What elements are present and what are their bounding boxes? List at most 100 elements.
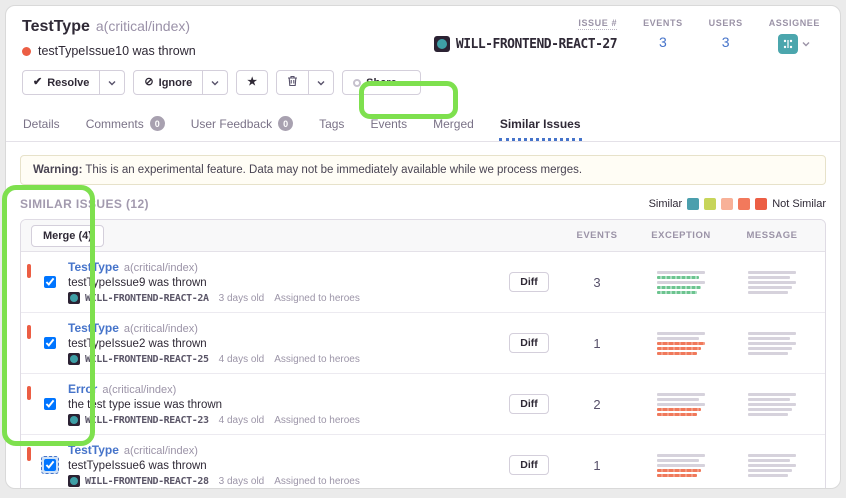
message-similarity-viz [748,271,796,294]
issue-meta: WILL-FRONTEND-REACT-25 4 days old Assign… [68,353,360,365]
project-icon [68,292,80,304]
tab-similar-issues[interactable]: Similar Issues [499,107,582,141]
similar-issue-row: TestTypea(critical/index) testTypeIssue2… [21,313,825,374]
resolve-button-group: ✔Resolve [22,70,125,95]
issue-title-line: TestTypea(critical/index) [22,18,196,36]
issue-title: TestType [22,18,90,35]
delete-button[interactable] [276,70,309,95]
issue-message: testTypeIssue9 was thrown [68,277,360,289]
tab-events[interactable]: Events [369,107,408,141]
error-level-bar [27,264,31,278]
exception-column-header: EXCEPTION [633,230,729,241]
tab-comments[interactable]: Comments0 [85,107,166,141]
issue-number-column: ISSUE # WILL-FRONTEND-REACT-27 [434,18,617,58]
row-checkbox-wrapper [41,273,59,291]
share-button[interactable]: Share [342,70,421,95]
exception-similarity-viz [657,332,705,355]
trash-icon [287,75,298,90]
tab-details[interactable]: Details [22,107,61,141]
error-level-bar [27,447,31,461]
delete-dropdown-button[interactable] [309,70,334,95]
chevron-down-icon [317,79,325,87]
message-similarity-viz [748,332,796,355]
similar-issue-row: Error a(critical/index) the test type iss… [21,374,825,435]
message-column-header: MESSAGE [729,230,815,241]
exception-similarity-viz [657,393,705,416]
row-checkbox[interactable] [44,398,56,410]
row-checkbox[interactable] [44,276,56,288]
tab-user-feedback[interactable]: User Feedback0 [190,107,294,141]
tab-tags[interactable]: Tags [318,107,345,141]
issue-type-link[interactable]: TestType [68,260,119,274]
project-id: WILL-FRONTEND-REACT-23 [68,414,209,426]
error-level-bar [27,386,31,400]
issue-stats: ISSUE # WILL-FRONTEND-REACT-27 EVENTS 3 … [434,18,824,58]
chevron-down-icon [802,40,810,48]
diff-button[interactable]: Diff [509,394,549,414]
issue-message: testTypeIssue2 was thrown [68,338,360,350]
row-checkbox[interactable] [44,337,56,349]
events-count[interactable]: 3 [659,34,667,50]
issue-header: TestTypea(critical/index) testTypeIssue1… [6,6,840,58]
issue-meta: WILL-FRONTEND-REACT-23 4 days old Assign… [68,414,360,426]
issue-number-label: ISSUE # [578,18,617,30]
issue-detail-card: TestTypea(critical/index) testTypeIssue1… [5,5,841,489]
row-right-columns: Diff 3 [497,271,815,294]
warning-prefix: Warning: [33,164,82,176]
legend-similar-label: Similar [649,198,683,210]
issue-assigned: Assigned to heroes [274,354,360,365]
similar-issue-row: TestType a(critical/index) testTypeIssue9… [21,252,825,313]
events-label: EVENTS [643,18,683,28]
row-events-count: 3 [561,275,633,290]
chevron-down-icon [402,79,410,87]
issue-meta: WILL-FRONTEND-REACT-2A 3 days old Assign… [68,292,360,304]
experimental-warning-banner: Warning: This is an experimental feature… [20,155,826,185]
merge-button[interactable]: Merge (4) [31,225,104,247]
delete-button-group [276,70,334,95]
row-checkbox-wrapper-highlighted [41,456,59,474]
error-level-bar [27,325,31,339]
issue-type-link[interactable]: Error [68,382,97,396]
bookmark-button[interactable]: ★ [236,70,268,95]
similarity-legend: Similar Not Similar [649,198,826,210]
events-column-header: EVENTS [561,230,633,241]
resolve-button[interactable]: ✔Resolve [22,70,100,95]
similar-section-title: SIMILAR ISSUES (12) [20,197,149,211]
issue-annotation: a(critical/index) [102,384,176,396]
ignore-dropdown-button[interactable] [203,70,228,95]
tab-merged[interactable]: Merged [432,107,475,141]
resolve-dropdown-button[interactable] [100,70,125,95]
users-count[interactable]: 3 [722,34,730,50]
issue-short-id[interactable]: WILL-FRONTEND-REACT-27 [434,36,617,52]
row-content: TestType a(critical/index) testTypeIssue6… [68,443,360,487]
issue-age: 4 days old [219,415,265,426]
check-icon: ✔ [33,77,42,88]
exception-similarity-viz [657,454,705,477]
row-events-count: 2 [561,397,633,412]
row-checkbox[interactable] [44,459,56,471]
issue-message: testTypeIssue6 was thrown [68,460,360,472]
similar-issue-row: TestType a(critical/index) testTypeIssue6… [21,435,825,489]
diff-button[interactable]: Diff [509,455,549,475]
issue-message-line: testTypeIssue10 was thrown [22,44,196,58]
issue-annotation: a(critical/index) [124,445,198,457]
assignee-selector[interactable] [778,34,810,54]
diff-button[interactable]: Diff [509,333,549,353]
diff-button[interactable]: Diff [509,272,549,292]
issue-tabs: Details Comments0 User Feedback0 Tags Ev… [6,107,840,142]
issue-type-link[interactable]: TestType [68,443,119,457]
issue-short-id-text: WILL-FRONTEND-REACT-27 [456,37,617,52]
assignee-column: ASSIGNEE [769,18,820,58]
panel-toolbar: Merge (4) EVENTS EXCEPTION MESSAGE [21,220,825,252]
row-right-columns: Diff 1 [497,332,815,355]
ignore-button[interactable]: ⊘Ignore [133,70,203,95]
issue-annotation: a(critical/index) [124,262,198,274]
chevron-down-icon [211,79,219,87]
error-level-dot-icon [22,47,31,56]
issue-type-link[interactable]: TestType [68,321,119,335]
users-label: USERS [709,18,743,28]
star-icon: ★ [247,77,257,88]
comments-count-badge: 0 [150,116,165,131]
issue-message: the test type issue was thrown [68,399,360,411]
similar-issues-section: SIMILAR ISSUES (12) Similar Not Similar … [6,185,840,489]
